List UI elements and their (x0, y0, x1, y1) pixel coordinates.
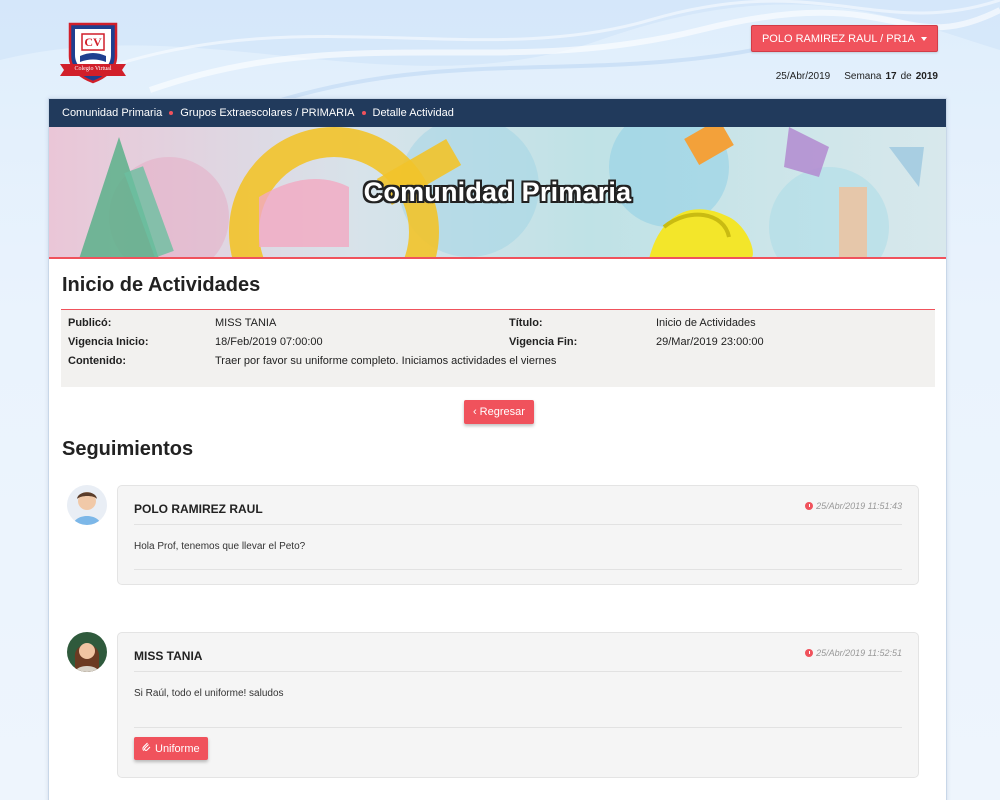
attachment-button[interactable]: Uniforme (134, 737, 208, 760)
comment-author: POLO RAMIREZ RAUL (134, 502, 263, 516)
banner-title: Comunidad Primaria (363, 177, 632, 207)
contenido-value: Traer por favor su uniforme completo. In… (215, 355, 557, 367)
breadcrumb-item-comunidad[interactable]: Comunidad Primaria (62, 107, 162, 119)
school-logo[interactable]: CV Colegio Virtual (58, 20, 128, 86)
comment-timestamp: 25/Abr/2019 11:52:51 (805, 648, 902, 658)
year: 2019 (915, 71, 938, 82)
attachment-label: Uniforme (155, 742, 200, 755)
comment-time-text: 25/Abr/2019 11:51:43 (816, 501, 902, 511)
user-menu-label: POLO RAMIREZ RAUL / PR1A (761, 32, 915, 45)
paperclip-icon (142, 742, 151, 755)
logo-ribbon-text: Colegio Virtual (74, 66, 112, 72)
comment-card: POLO RAMIREZ RAUL 25/Abr/2019 11:51:43 H… (117, 485, 919, 585)
publico-label: Publicó: (68, 317, 112, 329)
clock-icon (805, 502, 814, 510)
activity-details: Publicó: MISS TANIA Título: Inicio de Ac… (61, 309, 935, 387)
comment-divider (134, 727, 902, 728)
comment-divider (134, 569, 902, 570)
community-banner: Comunidad Primaria (49, 127, 946, 259)
comment-author: MISS TANIA (134, 649, 203, 663)
titulo-value: Inicio de Actividades (656, 317, 756, 329)
titulo-label: Título: (509, 317, 543, 329)
vigencia-inicio-label: Vigencia Inicio: (68, 336, 149, 348)
vigencia-fin-label: Vigencia Fin: (509, 336, 578, 348)
date-week-info: 25/Abr/2019 Semana 17 de 2019 (776, 71, 938, 82)
breadcrumb-separator (361, 111, 366, 115)
clock-icon (805, 649, 814, 657)
breadcrumb-item-grupos[interactable]: Grupos Extraescolares / PRIMARIA (180, 107, 354, 119)
comment-text: Si Raúl, todo el uniforme! saludos (134, 688, 284, 699)
contenido-label: Contenido: (68, 355, 127, 367)
breadcrumb: Comunidad Primaria Grupos Extraescolares… (49, 99, 946, 127)
week-label: Semana (844, 71, 882, 82)
user-menu-button[interactable]: POLO RAMIREZ RAUL / PR1A (750, 25, 938, 52)
avatar (67, 632, 107, 672)
main-panel: Comunidad Primaria Grupos Extraescolares… (48, 98, 947, 800)
vigencia-inicio-value: 18/Feb/2019 07:00:00 (215, 336, 323, 348)
caret-down-icon (921, 36, 927, 41)
breadcrumb-item-detalle[interactable]: Detalle Actividad (373, 107, 454, 119)
comment-divider (134, 524, 902, 525)
week-of-label: de (900, 71, 912, 82)
week-number: 17 (885, 71, 897, 82)
comment-text: Hola Prof, tenemos que llevar el Peto? (134, 541, 306, 552)
comment-card: MISS TANIA 25/Abr/2019 11:52:51 Si Raúl,… (117, 632, 919, 778)
logo-letters: CV (84, 35, 102, 49)
publico-value: MISS TANIA (215, 317, 277, 329)
avatar (67, 485, 107, 525)
regresar-button[interactable]: ‹ Regresar (464, 400, 534, 424)
comment-time-text: 25/Abr/2019 11:52:51 (816, 648, 902, 658)
activity-title: Inicio de Actividades (62, 274, 261, 296)
breadcrumb-separator (169, 111, 174, 115)
comment-timestamp: 25/Abr/2019 11:51:43 (805, 501, 902, 511)
vigencia-fin-value: 29/Mar/2019 23:00:00 (656, 336, 764, 348)
chevron-left-icon: ‹ (473, 405, 477, 418)
regresar-label: Regresar (479, 406, 525, 418)
current-date: 25/Abr/2019 (775, 71, 831, 82)
comment-divider (134, 671, 902, 672)
seguimientos-title: Seguimientos (62, 438, 194, 460)
